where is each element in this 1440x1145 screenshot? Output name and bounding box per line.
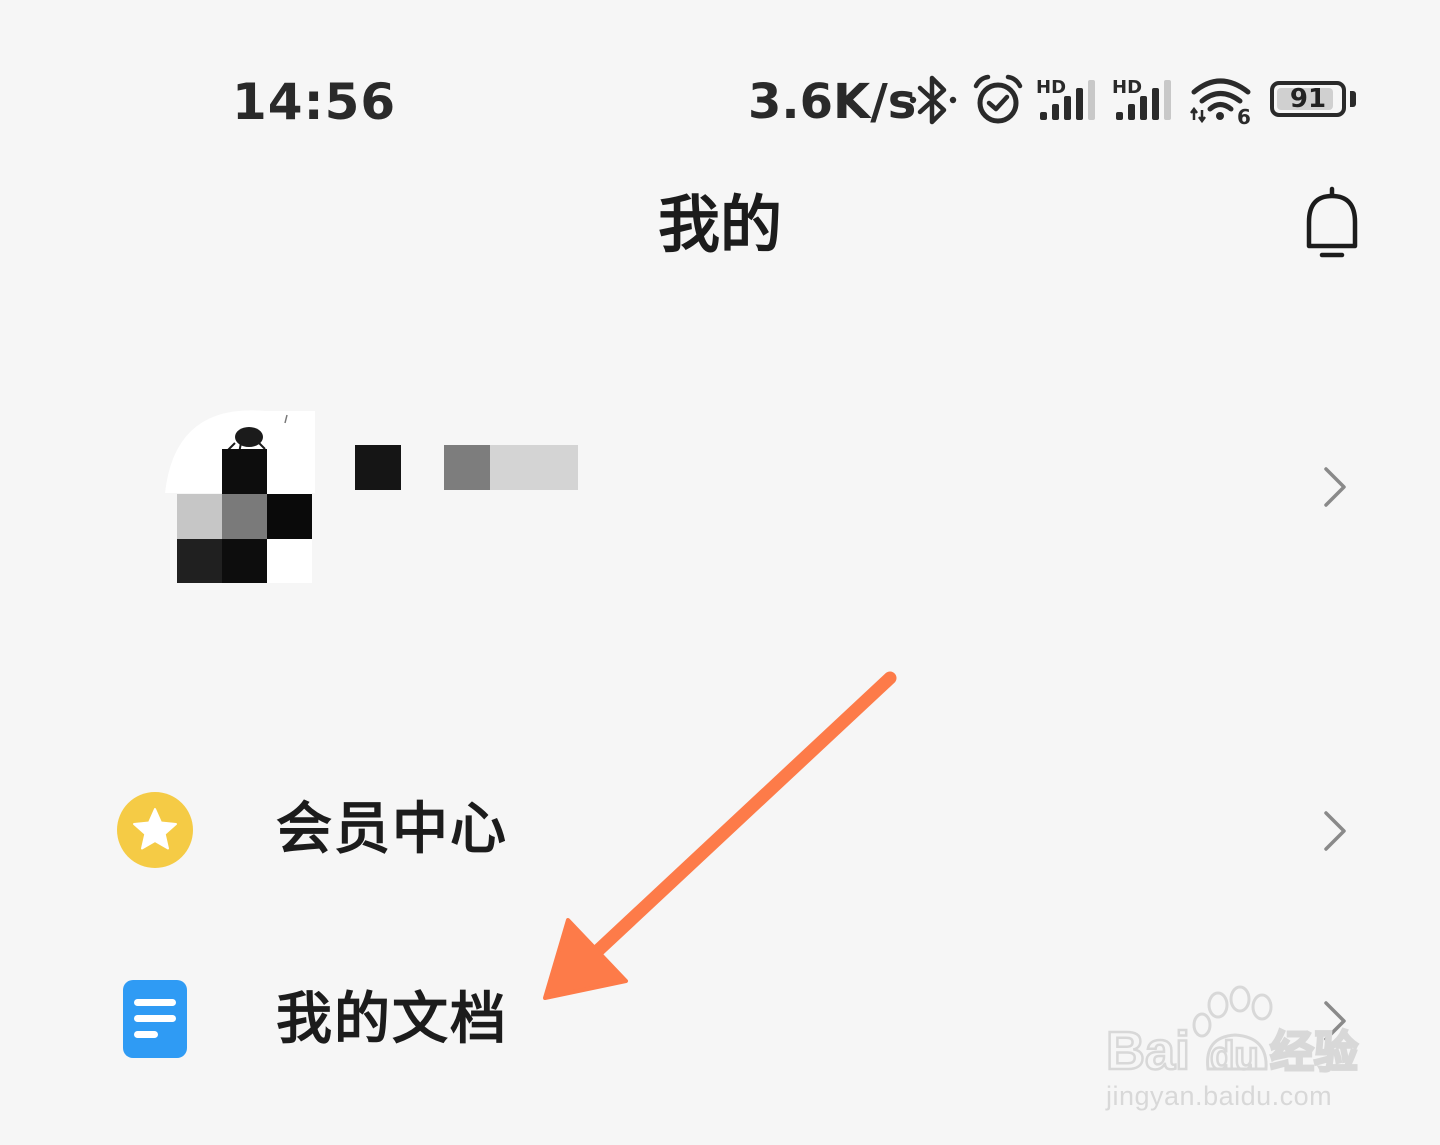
battery-level: 91: [1289, 84, 1327, 114]
watermark-url: jingyan.baidu.com: [1106, 1081, 1333, 1111]
menu-item-membership[interactable]: 会员中心: [0, 755, 1440, 905]
avatar-pixel: [267, 539, 312, 583]
bluetooth-icon: [909, 75, 957, 125]
hd-signal-icon: HD: [1036, 77, 1095, 120]
document-icon: [123, 980, 187, 1058]
status-time: 14:56: [232, 73, 397, 131]
alarm-icon: [973, 74, 1023, 124]
avatar-pixel: [177, 494, 222, 539]
svg-text:经验: 经验: [1270, 1027, 1358, 1078]
redacted-username: [355, 445, 401, 490]
avatar-pixel: [222, 494, 267, 539]
page-title: 我的: [657, 188, 782, 261]
svg-text:Bai: Bai: [1106, 1021, 1190, 1081]
avatar-pixel: [267, 494, 312, 539]
wifi-label: 6: [1237, 105, 1251, 126]
avatar-pixel: [177, 539, 222, 583]
avatar-pixel: [222, 449, 267, 494]
notification-bell-icon[interactable]: [1300, 186, 1364, 262]
avatar-pixel: [222, 539, 267, 583]
network-speed: 3.6K/s: [748, 74, 917, 130]
chevron-right-icon: [1324, 467, 1346, 507]
avatar[interactable]: [165, 403, 315, 583]
avatar-pixel: [267, 449, 312, 494]
hd-signal-icon: HD: [1112, 77, 1171, 120]
wifi-6-icon: 6: [1190, 78, 1251, 126]
menu-label-membership: 会员中心: [276, 797, 508, 862]
redacted-username: [444, 445, 490, 490]
svg-text:du: du: [1210, 1034, 1259, 1078]
battery-tip: [1350, 91, 1356, 107]
chevron-right-icon: [1324, 811, 1346, 851]
menu-label-my-documents: 我的文档: [276, 987, 508, 1052]
hd-label: HD: [1112, 77, 1142, 98]
redacted-username: [490, 445, 578, 490]
hd-label: HD: [1036, 77, 1066, 98]
battery-icon: 91: [1270, 81, 1346, 117]
profile-row[interactable]: [0, 395, 1440, 595]
status-bar: 14:56 3.6K/s HD HD 6 91: [0, 0, 1440, 170]
star-icon: [117, 792, 193, 868]
